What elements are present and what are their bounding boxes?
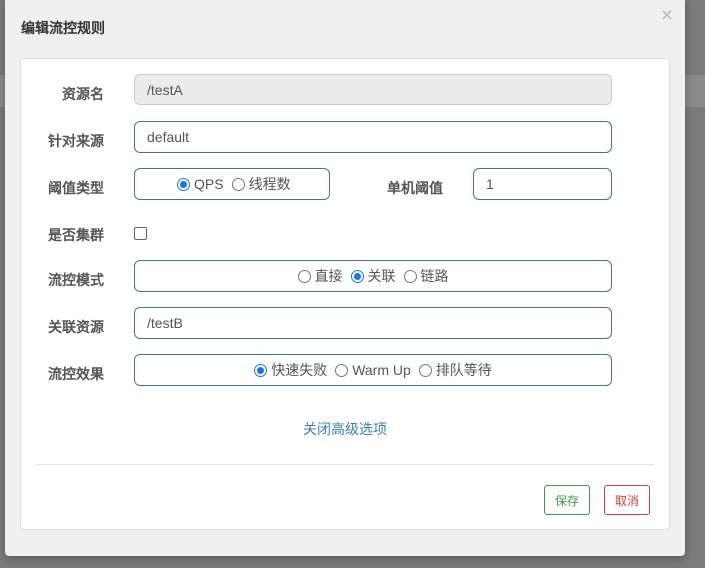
resource-name-field: [134, 74, 612, 105]
save-button[interactable]: 保存: [544, 485, 591, 515]
cancel-button[interactable]: 取消: [604, 485, 651, 515]
radio-unchecked-icon: [297, 269, 311, 283]
radio-unchecked-icon: [418, 363, 432, 377]
backdrop-strip: [685, 75, 705, 107]
radio-chain[interactable]: 链路: [403, 266, 449, 286]
ref-resource-field[interactable]: [134, 307, 612, 339]
advanced-options-toggle[interactable]: 关闭高级选项: [21, 419, 669, 439]
close-icon[interactable]: ×: [661, 4, 673, 28]
flow-mode-label: 流控模式: [48, 272, 104, 288]
limit-app-input[interactable]: [135, 122, 611, 152]
radio-unchecked-icon: [335, 363, 349, 377]
radio-checked-icon: [177, 177, 190, 191]
ref-resource-label: 关联资源: [48, 319, 104, 335]
radio-qps[interactable]: QPS: [177, 176, 224, 192]
resource-name-input: [135, 75, 611, 104]
radio-unchecked-icon: [403, 269, 417, 283]
dialog-body: 资源名 针对来源 阈值类型 QPS 线程数 单机阈值: [20, 58, 670, 530]
single-threshold-field[interactable]: [473, 168, 612, 200]
radio-direct[interactable]: 直接: [297, 266, 343, 286]
control-behavior-group: 快速失败 Warm Up 排队等待: [134, 354, 612, 386]
radio-fast-fail[interactable]: 快速失败: [254, 360, 327, 380]
radio-queue-wait[interactable]: 排队等待: [418, 360, 492, 380]
radio-unchecked-icon: [231, 177, 245, 191]
resource-name-label: 资源名: [62, 86, 104, 102]
radio-checked-icon: [350, 269, 364, 283]
radio-warm-up[interactable]: Warm Up: [335, 362, 411, 378]
radio-relate[interactable]: 关联: [350, 266, 396, 286]
edit-flow-rule-dialog: 编辑流控规则 × 资源名 针对来源 阈值类型 QPS 线程数: [5, 0, 685, 556]
ref-resource-input[interactable]: [135, 308, 611, 338]
radio-thread-count[interactable]: 线程数: [231, 174, 291, 194]
limit-app-label: 针对来源: [48, 133, 104, 149]
limit-app-field[interactable]: [134, 121, 612, 153]
radio-checked-icon: [254, 363, 268, 377]
cluster-mode-label: 是否集群: [48, 227, 104, 243]
cluster-mode-checkbox[interactable]: [134, 227, 147, 240]
footer-divider: [36, 464, 654, 465]
single-threshold-label: 单机阈值: [387, 180, 443, 196]
single-threshold-input[interactable]: [474, 169, 611, 199]
threshold-type-label: 阈值类型: [48, 180, 104, 196]
control-behavior-label: 流控效果: [48, 366, 104, 382]
flow-mode-group: 直接 关联 链路: [134, 260, 612, 292]
dialog-title: 编辑流控规则: [21, 20, 105, 36]
threshold-type-group: QPS 线程数: [134, 168, 330, 200]
